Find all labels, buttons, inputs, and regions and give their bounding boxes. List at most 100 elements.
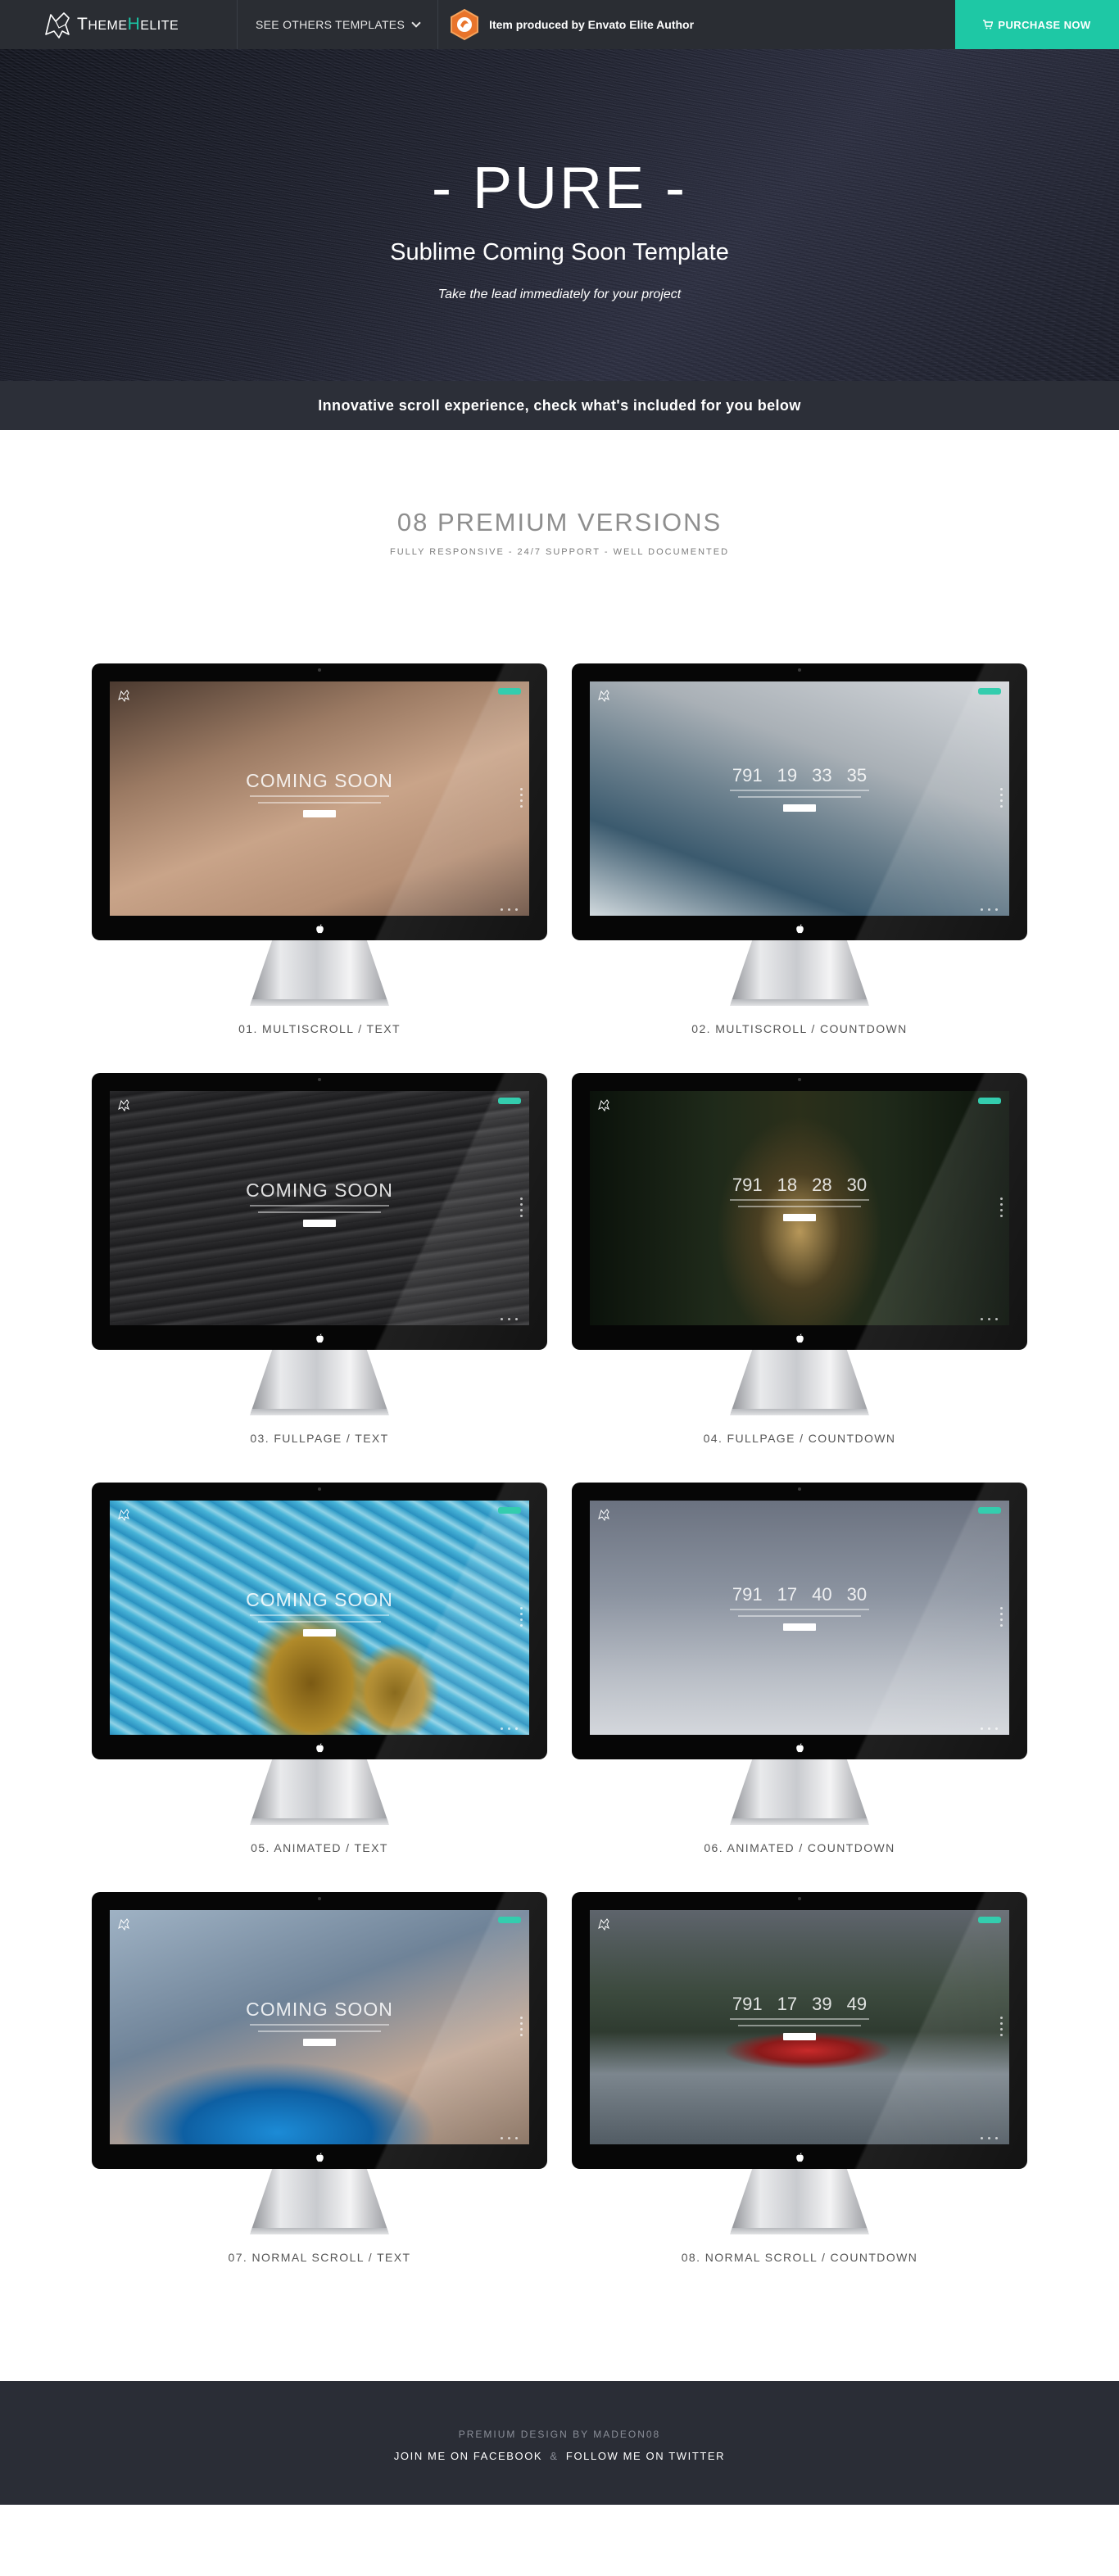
version-card[interactable]: COMING SOON 03. FULLPAGE / TEXT (92, 1073, 547, 1445)
monitor-stand (250, 1759, 389, 1825)
facebook-link[interactable]: JOIN ME ON FACEBOOK (394, 2450, 542, 2462)
monitor-camera (798, 668, 801, 672)
version-label: 01. MULTISCROLL / TEXT (238, 1022, 401, 1035)
envato-text: Item produced by Envato Elite Author (489, 18, 695, 31)
version-card[interactable]: 791 19 33 35 02. MULTISCROLL / COUNTDOWN (572, 663, 1027, 1035)
countdown-value: 40 (812, 1584, 832, 1605)
hero-subtitle: Sublime Coming Soon Template (390, 239, 729, 265)
version-card[interactable]: 791 17 40 30 06. ANIMATED / COUNTDOWN (572, 1483, 1027, 1854)
monitor-preview: 791 18 28 30 (572, 1073, 1027, 1350)
countdown-value: 19 (777, 765, 798, 785)
description-line (250, 1614, 389, 1616)
countdown-value: 35 (846, 765, 868, 785)
screen-preview-sea: COMING SOON (110, 1091, 529, 1325)
footer-links: JOIN ME ON FACEBOOK & FOLLOW ME ON TWITT… (0, 2450, 1119, 2462)
countdown-value: 17 (777, 1584, 798, 1605)
monitor-preview: COMING SOON (92, 1073, 547, 1350)
version-card[interactable]: 791 18 28 30 04. FULLPAGE / COUNTDOWN (572, 1073, 1027, 1445)
more-info-button (783, 1623, 816, 1631)
hero-tagline: Take the lead immediately for your proje… (437, 287, 682, 301)
wolf-head-icon (598, 1918, 609, 1931)
brand-logo[interactable]: THEMEHELITE (0, 0, 238, 49)
monitor-preview: 791 17 39 49 (572, 1892, 1027, 2169)
notify-button (978, 688, 1001, 695)
version-label: 03. FULLPAGE / TEXT (250, 1432, 389, 1445)
brand-accent: H (127, 15, 141, 34)
description-line (730, 1199, 869, 1201)
notify-button (498, 1507, 521, 1514)
countdown-digits: 791 18 28 30 (590, 1176, 1009, 1194)
purchase-label: PURCHASE NOW (998, 18, 1091, 31)
monitor-stand (730, 2169, 869, 2234)
notify-button (978, 1507, 1001, 1514)
monitor-preview: COMING SOON (92, 1483, 547, 1759)
description-line (250, 1205, 389, 1207)
brand-name: THEMEHELITE (77, 15, 179, 34)
more-info-button (783, 804, 816, 812)
wolf-head-icon (598, 1099, 609, 1112)
apple-logo-icon (316, 1333, 324, 1343)
version-card[interactable]: COMING SOON 01. MULTISCROLL / TEXT (92, 663, 547, 1035)
countdown-value: 791 (732, 1994, 763, 2014)
version-card[interactable]: 791 17 39 49 08. NORMAL SCROLL / COUNTDOWN (572, 1892, 1027, 2264)
cart-icon (983, 20, 994, 29)
envato-elite-notice[interactable]: Item produced by Envato Elite Author (438, 8, 694, 41)
twitter-link[interactable]: FOLLOW ME ON TWITTER (566, 2450, 725, 2462)
apple-logo-icon (316, 924, 324, 934)
more-info-button (303, 810, 336, 817)
versions-grid: COMING SOON 01. MULTISCROLL / TEXT 791 19 3… (92, 663, 1027, 2381)
countdown-value: 791 (732, 765, 763, 785)
envato-elite-badge-icon (451, 8, 479, 41)
coming-soon-text: COMING SOON (246, 1589, 393, 1610)
countdown-digits: 791 17 39 49 (590, 1995, 1009, 2013)
description-line (258, 1211, 381, 1213)
hero-banner: - PURE - Sublime Coming Soon Template Ta… (0, 49, 1119, 430)
countdown-digits: 791 19 33 35 (590, 767, 1009, 785)
screen-preview-forest: 791 18 28 30 (590, 1091, 1009, 1325)
footer-ampersand: & (550, 2450, 559, 2462)
social-dots (981, 908, 998, 911)
apple-logo-icon (316, 2153, 324, 2162)
versions-heading: 08 PREMIUM VERSIONS FULLY RESPONSIVE - 2… (0, 430, 1119, 663)
wolf-head-icon (118, 1918, 129, 1931)
hero-title: - PURE - (432, 156, 687, 221)
description-line (738, 2025, 861, 2026)
countdown-value: 33 (812, 765, 832, 785)
templates-label: SEE OTHERS TEMPLATES (256, 18, 405, 31)
monitor-preview: 791 17 40 30 (572, 1483, 1027, 1759)
apple-logo-icon (796, 924, 804, 934)
more-info-button (783, 2033, 816, 2040)
countdown-digits: 791 17 40 30 (590, 1586, 1009, 1604)
more-info-button (303, 1220, 336, 1227)
monitor-stand (730, 1759, 869, 1825)
notify-button (498, 1917, 521, 1923)
top-bar: THEMEHELITE SEE OTHERS TEMPLATES Item pr… (0, 0, 1119, 49)
screen-preview-pool: COMING SOON (110, 1501, 529, 1735)
version-label: 04. FULLPAGE / COUNTDOWN (703, 1432, 896, 1445)
social-dots (501, 908, 518, 911)
more-info-button (783, 1214, 816, 1221)
screen-preview-sky: 791 17 40 30 (590, 1501, 1009, 1735)
wolf-head-icon (45, 12, 70, 38)
social-dots (981, 2137, 998, 2139)
scroll-info-strip: Innovative scroll experience, check what… (0, 381, 1119, 430)
purchase-now-button[interactable]: PURCHASE NOW (955, 0, 1119, 49)
countdown-value: 49 (846, 1994, 868, 2014)
description-line (738, 1206, 861, 1207)
section-title: 08 PREMIUM VERSIONS (396, 508, 723, 536)
brand-part-b: ELITE (140, 19, 179, 33)
description-line (250, 2024, 389, 2026)
wolf-head-icon (118, 1509, 129, 1522)
description-line (730, 790, 869, 791)
screen-preview-desert: COMING SOON (110, 681, 529, 916)
countdown-value: 30 (846, 1584, 868, 1605)
countdown-value: 30 (846, 1175, 868, 1195)
version-label: 08. NORMAL SCROLL / COUNTDOWN (681, 2251, 918, 2264)
wolf-head-icon (598, 1509, 609, 1522)
version-card[interactable]: COMING SOON 07. NORMAL SCROLL / TEXT (92, 1892, 547, 2264)
version-card[interactable]: COMING SOON 05. ANIMATED / TEXT (92, 1483, 547, 1854)
monitor-camera (318, 1487, 321, 1491)
countdown-value: 28 (812, 1175, 832, 1195)
see-other-templates-dropdown[interactable]: SEE OTHERS TEMPLATES (238, 0, 439, 49)
footer: PREMIUM DESIGN BY MADEON08 JOIN ME ON FA… (0, 2381, 1119, 2505)
